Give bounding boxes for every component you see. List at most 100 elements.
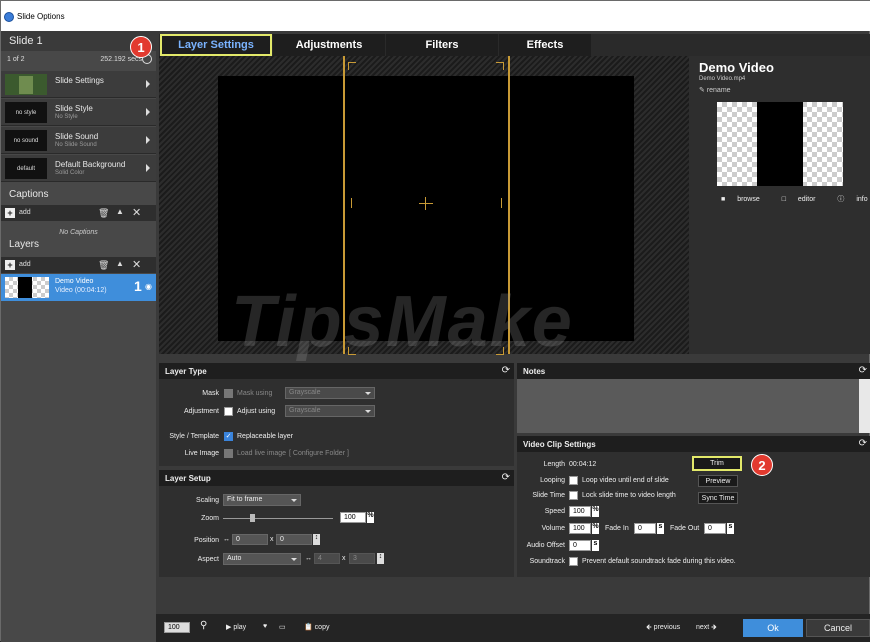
cancel-button[interactable]: Cancel <box>806 619 870 637</box>
browse-button[interactable]: ■ browse <box>721 196 770 203</box>
handle-mr[interactable] <box>494 198 502 208</box>
panel-title: Layer Type <box>165 367 207 376</box>
adjustment-checkbox[interactable] <box>224 407 233 416</box>
fade-out-input[interactable]: 0 <box>704 523 726 534</box>
position-y-input[interactable]: 0 <box>276 534 312 545</box>
preview-button[interactable]: Preview <box>698 475 738 487</box>
slide-sound-menu[interactable]: no sound Slide Sound No Slide Sound <box>1 127 156 154</box>
handle-tl[interactable] <box>348 62 356 70</box>
previous-button[interactable]: 🡸 previous <box>646 623 680 634</box>
layer-item[interactable]: Demo Video Video (00:04:12) 1 ◉ <box>1 274 156 301</box>
looping-checkbox[interactable] <box>569 476 578 485</box>
slide-count: 1 of 2 <box>7 56 25 63</box>
position-x-input[interactable]: 0 <box>232 534 268 545</box>
tools-icon[interactable]: ✕ <box>132 258 141 271</box>
fade-in-input[interactable]: 0 <box>634 523 656 534</box>
left-panel: Slide 1 1 of 2 252.192 secs Slide Settin… <box>1 31 156 642</box>
search-icon[interactable]: ⚲ <box>200 620 207 631</box>
mask-checkbox[interactable] <box>224 389 233 398</box>
chevron-down-icon <box>365 392 371 395</box>
live-image-checkbox[interactable] <box>224 449 233 458</box>
info-button[interactable]: ⓘ info <box>837 196 870 203</box>
panel-title: Video Clip Settings <box>523 440 596 449</box>
aspect-w-input[interactable]: 4 <box>314 553 340 564</box>
reset-icon[interactable]: ⟳ <box>502 472 510 483</box>
replaceable-checkbox[interactable]: ✓ <box>224 432 233 441</box>
trim-button[interactable]: Trim <box>692 456 742 471</box>
slide-settings-menu[interactable]: Slide Settings <box>1 71 156 98</box>
speed-input[interactable]: 100 <box>569 506 591 517</box>
menu-title: Slide Style <box>55 104 93 113</box>
configure-folder-link[interactable]: [ Configure Folder ] <box>289 450 349 457</box>
load-live-text: Load live image <box>237 450 287 457</box>
rename-link[interactable]: ✎ rename <box>699 86 731 94</box>
mask-select[interactable]: Grayscale <box>285 387 375 399</box>
notes-scrollbar[interactable] <box>859 379 870 433</box>
add-caption-button[interactable]: add <box>19 209 31 216</box>
video-clip-settings-panel: Video Clip Settings ⟳ Length 00:04:12 Loo… <box>517 436 870 577</box>
frame-icon[interactable]: ▭ <box>279 623 286 631</box>
volume-label: Volume <box>541 525 565 532</box>
scaling-select[interactable]: Fit to frame <box>223 494 301 506</box>
notes-textarea[interactable] <box>517 379 859 433</box>
layer-number: 1 <box>134 278 142 294</box>
copy-button[interactable]: 📋 copy <box>304 623 329 631</box>
tools-icon[interactable]: ✕ <box>132 206 141 219</box>
audio-offset-input[interactable]: 0 <box>569 540 591 551</box>
default-background-menu[interactable]: default Default Background Solid Color <box>1 155 156 182</box>
slide-time-label: Slide Time <box>532 492 565 499</box>
tab-filters[interactable]: Filters <box>386 34 498 56</box>
chevron-down-icon <box>365 410 371 413</box>
position-stepper[interactable]: ↕ <box>313 534 320 545</box>
eye-icon[interactable]: ◉ <box>145 282 152 291</box>
zoom-level-input[interactable]: 100 <box>164 622 190 633</box>
chevron-right-icon <box>146 108 150 116</box>
style-template-label: Style / Template <box>169 433 219 440</box>
volume-input[interactable]: 100 <box>569 523 591 534</box>
step-badge-2: 2 <box>751 454 773 476</box>
play-button[interactable]: ▶ play <box>226 623 246 631</box>
zoom-label: Zoom <box>201 515 219 522</box>
zoom-slider[interactable] <box>223 518 333 519</box>
tab-bar: Layer Settings Adjustments Filters Effec… <box>159 34 870 56</box>
ok-button[interactable]: Ok <box>743 619 803 637</box>
reset-icon[interactable]: ⟳ <box>859 365 867 376</box>
x-separator: x <box>342 555 346 562</box>
handle-ml[interactable] <box>351 198 359 208</box>
reset-icon[interactable]: ⟳ <box>859 438 867 449</box>
move-up-down-icon[interactable]: ▲ <box>116 207 124 216</box>
tab-effects[interactable]: Effects <box>499 34 591 56</box>
slide-style-menu[interactable]: no style Slide Style No Style <box>1 99 156 126</box>
layer-setup-panel: Layer Setup ⟳ Scaling Fit to frame Zoom 1… <box>159 470 514 577</box>
slide-time-checkbox[interactable] <box>569 491 578 500</box>
handle-tr[interactable] <box>496 62 504 70</box>
add-layer-icon[interactable]: + <box>5 260 15 270</box>
zoom-slider-handle[interactable] <box>250 514 255 522</box>
reset-icon[interactable]: ⟳ <box>502 365 510 376</box>
add-caption-icon[interactable]: + <box>5 208 15 218</box>
move-up-down-icon[interactable]: ▲ <box>116 259 124 268</box>
position-label: Position <box>194 537 219 544</box>
folder-icon: ■ <box>721 196 728 203</box>
add-layer-button[interactable]: add <box>19 261 31 268</box>
aspect-select[interactable]: Auto <box>223 553 301 565</box>
adjust-select[interactable]: Grayscale <box>285 405 375 417</box>
tab-adjustments[interactable]: Adjustments <box>273 34 385 56</box>
next-button[interactable]: next 🡺 <box>696 623 717 634</box>
zoom-input[interactable]: 100 <box>340 512 366 523</box>
tab-layer-settings[interactable]: Layer Settings <box>160 34 272 56</box>
aspect-h-input[interactable]: 3 <box>349 553 375 564</box>
aspect-stepper[interactable]: ↕ <box>377 553 384 564</box>
editor-button[interactable]: □ editor <box>782 196 826 203</box>
window-title: Slide Options <box>17 11 65 21</box>
center-crosshair <box>419 203 433 204</box>
trash-icon[interactable]: 🗑 <box>98 208 109 219</box>
heart-icon[interactable]: ♥ <box>263 623 267 630</box>
sync-time-button[interactable]: Sync Time <box>698 492 738 504</box>
soundtrack-checkbox[interactable] <box>569 557 578 566</box>
length-label: Length <box>543 461 565 468</box>
media-title: Demo Video <box>699 60 774 75</box>
notes-header: Notes ⟳ <box>517 363 870 379</box>
play-label: play <box>233 624 247 631</box>
trash-icon[interactable]: 🗑 <box>98 260 109 271</box>
